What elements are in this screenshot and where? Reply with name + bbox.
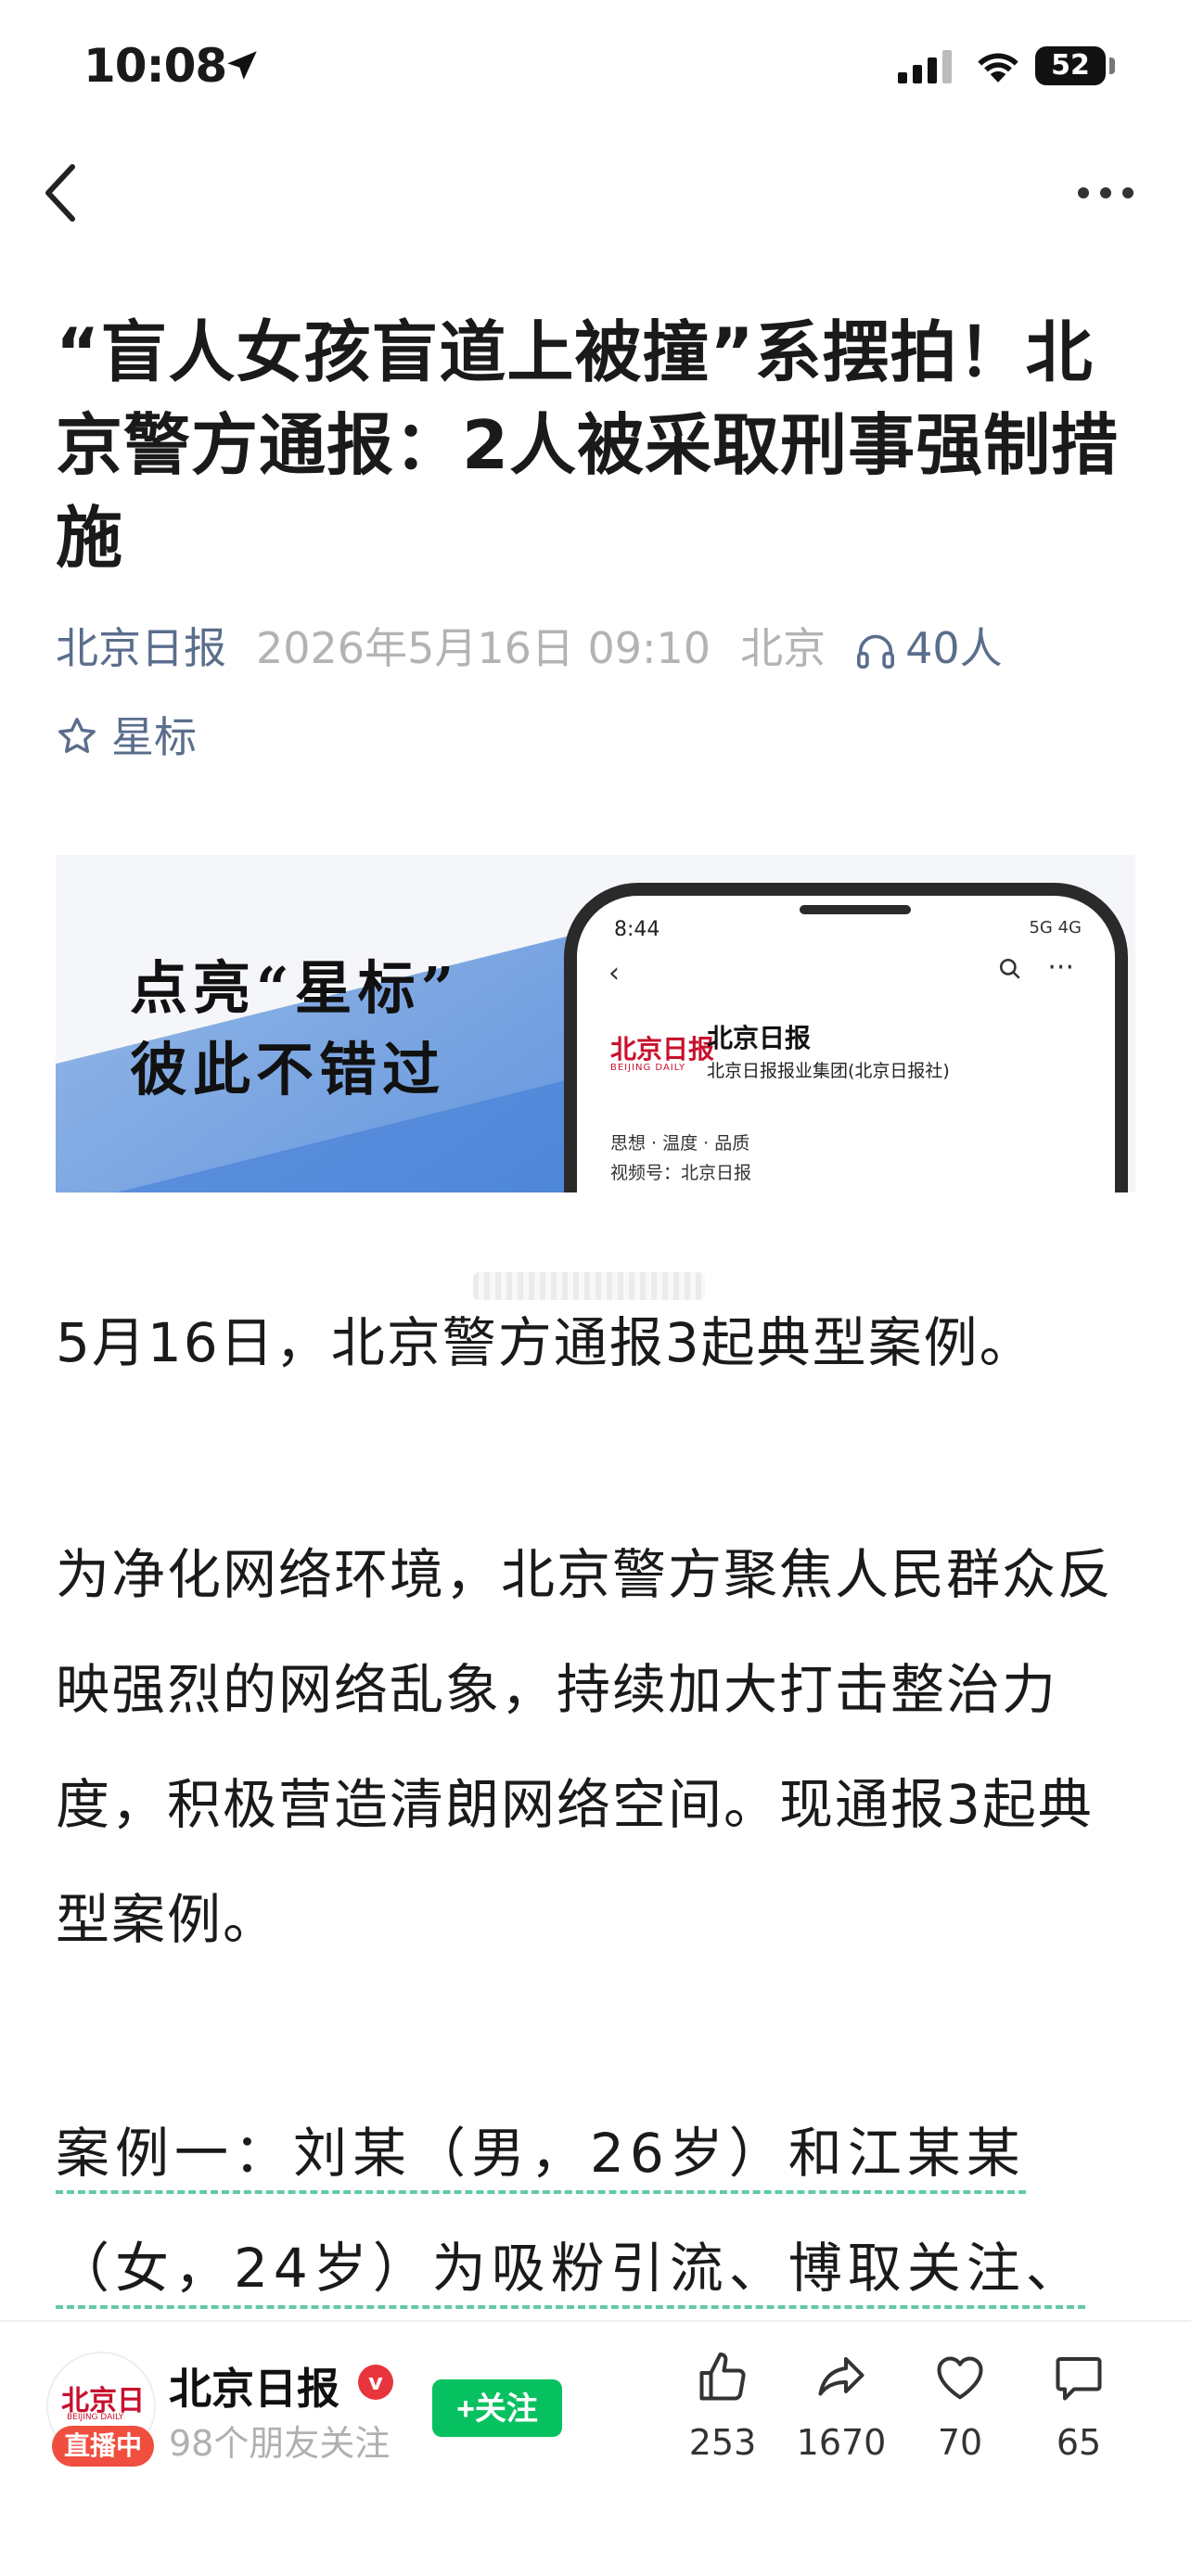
thumbs-up-icon [699, 2353, 746, 2401]
phone-video-channel: 视频号：北京日报 [610, 1163, 752, 1183]
headphones-icon [857, 634, 895, 669]
status-time: 10:08 [83, 39, 227, 93]
like-count: 253 [688, 2422, 757, 2463]
case-one-line1: 案例一：刘某（男，26岁）和江某某 [56, 2122, 1026, 2194]
star-mark-button[interactable]: 星标 [56, 705, 197, 770]
banner-image[interactable]: 点亮“星标” 彼此不错过 8:44 5G 4G ‹ ··· 北京日报 BEIJI… [56, 855, 1135, 1192]
phone-notch [800, 905, 911, 914]
friends-follow-count: 98个朋友关注 [169, 2423, 391, 2464]
source-link[interactable]: 北京日报 [56, 623, 226, 673]
banner-slogan: 点亮“星标” 彼此不错过 [130, 948, 459, 1111]
phone-time: 8:44 [614, 918, 660, 941]
publish-date: 2026年5月16日 09:10 [256, 623, 711, 673]
phone-logo-sub: BEIJING DAILY [610, 1063, 686, 1073]
battery-tip [1109, 57, 1115, 74]
heart-icon [937, 2356, 983, 2400]
listener-count: 40人 [905, 623, 1003, 673]
phone-more-icon: ··· [1047, 951, 1074, 984]
publish-location: 北京 [740, 623, 826, 673]
paragraph-intro: 5月16日，北京警方通报3起典型案例。 [56, 1311, 1035, 1374]
phone-tags: 思想 · 温度 · 品质 [610, 1133, 750, 1154]
comment-count: 65 [1056, 2422, 1102, 2463]
verified-badge: v [358, 2365, 393, 2400]
phone-account-name: 北京日报 [707, 1023, 812, 1053]
wifi-icon [978, 53, 1018, 83]
phone-logo: 北京日报 [610, 1034, 715, 1065]
article-meta: 北京日报 2026年5月16日 09:10 北京 40人 [56, 616, 1150, 681]
like-button[interactable]: 253 [672, 2350, 774, 2463]
phone-search-icon [999, 958, 1020, 979]
share-count: 1670 [796, 2422, 887, 2463]
favorite-button[interactable]: 70 [909, 2350, 1011, 2463]
phone-status: 5G 4G [1029, 918, 1082, 937]
paragraph-main: 为净化网络环境，北京警方聚焦人民群众反映强烈的网络乱象，持续加大打击整治力度，积… [56, 1543, 1114, 1951]
star-icon [58, 718, 96, 754]
chevron-left-icon[interactable] [43, 163, 80, 223]
share-button[interactable]: 1670 [790, 2350, 892, 2463]
phone-account-org: 北京日报报业集团(北京日报社) [707, 1061, 950, 1081]
share-icon [818, 2357, 864, 2396]
live-badge[interactable]: 直播中 [52, 2426, 154, 2467]
avatar-logo-sub: BEIJING DAILY [67, 2413, 124, 2422]
follow-button[interactable]: +关注 [432, 2379, 562, 2437]
star-label: 星标 [111, 712, 197, 762]
cellular-signal-icon [898, 50, 952, 83]
phone-back-icon: ‹ [608, 957, 620, 989]
favorite-count: 70 [937, 2422, 983, 2463]
location-arrow-icon [227, 51, 257, 80]
account-name[interactable]: 北京日报 [169, 2355, 339, 2417]
banner-slogan-line1: 点亮“星标” [130, 954, 460, 1022]
phone-mockup: 8:44 5G 4G ‹ ··· 北京日报 BEIJING DAILY 北京日报… [564, 883, 1128, 1192]
more-dots-icon[interactable] [1076, 185, 1135, 200]
banner-slogan-line2: 彼此不错过 [130, 1036, 446, 1103]
comment-icon [1056, 2357, 1102, 2401]
article-title: “盲人女孩盲道上被撞”系摆拍！北京警方通报：2人被采取刑事强制措施 [56, 313, 1120, 577]
comment-button[interactable]: 65 [1028, 2350, 1130, 2463]
battery-indicator: 52 [1035, 46, 1106, 85]
listen-button[interactable]: 40人 [855, 623, 1003, 673]
